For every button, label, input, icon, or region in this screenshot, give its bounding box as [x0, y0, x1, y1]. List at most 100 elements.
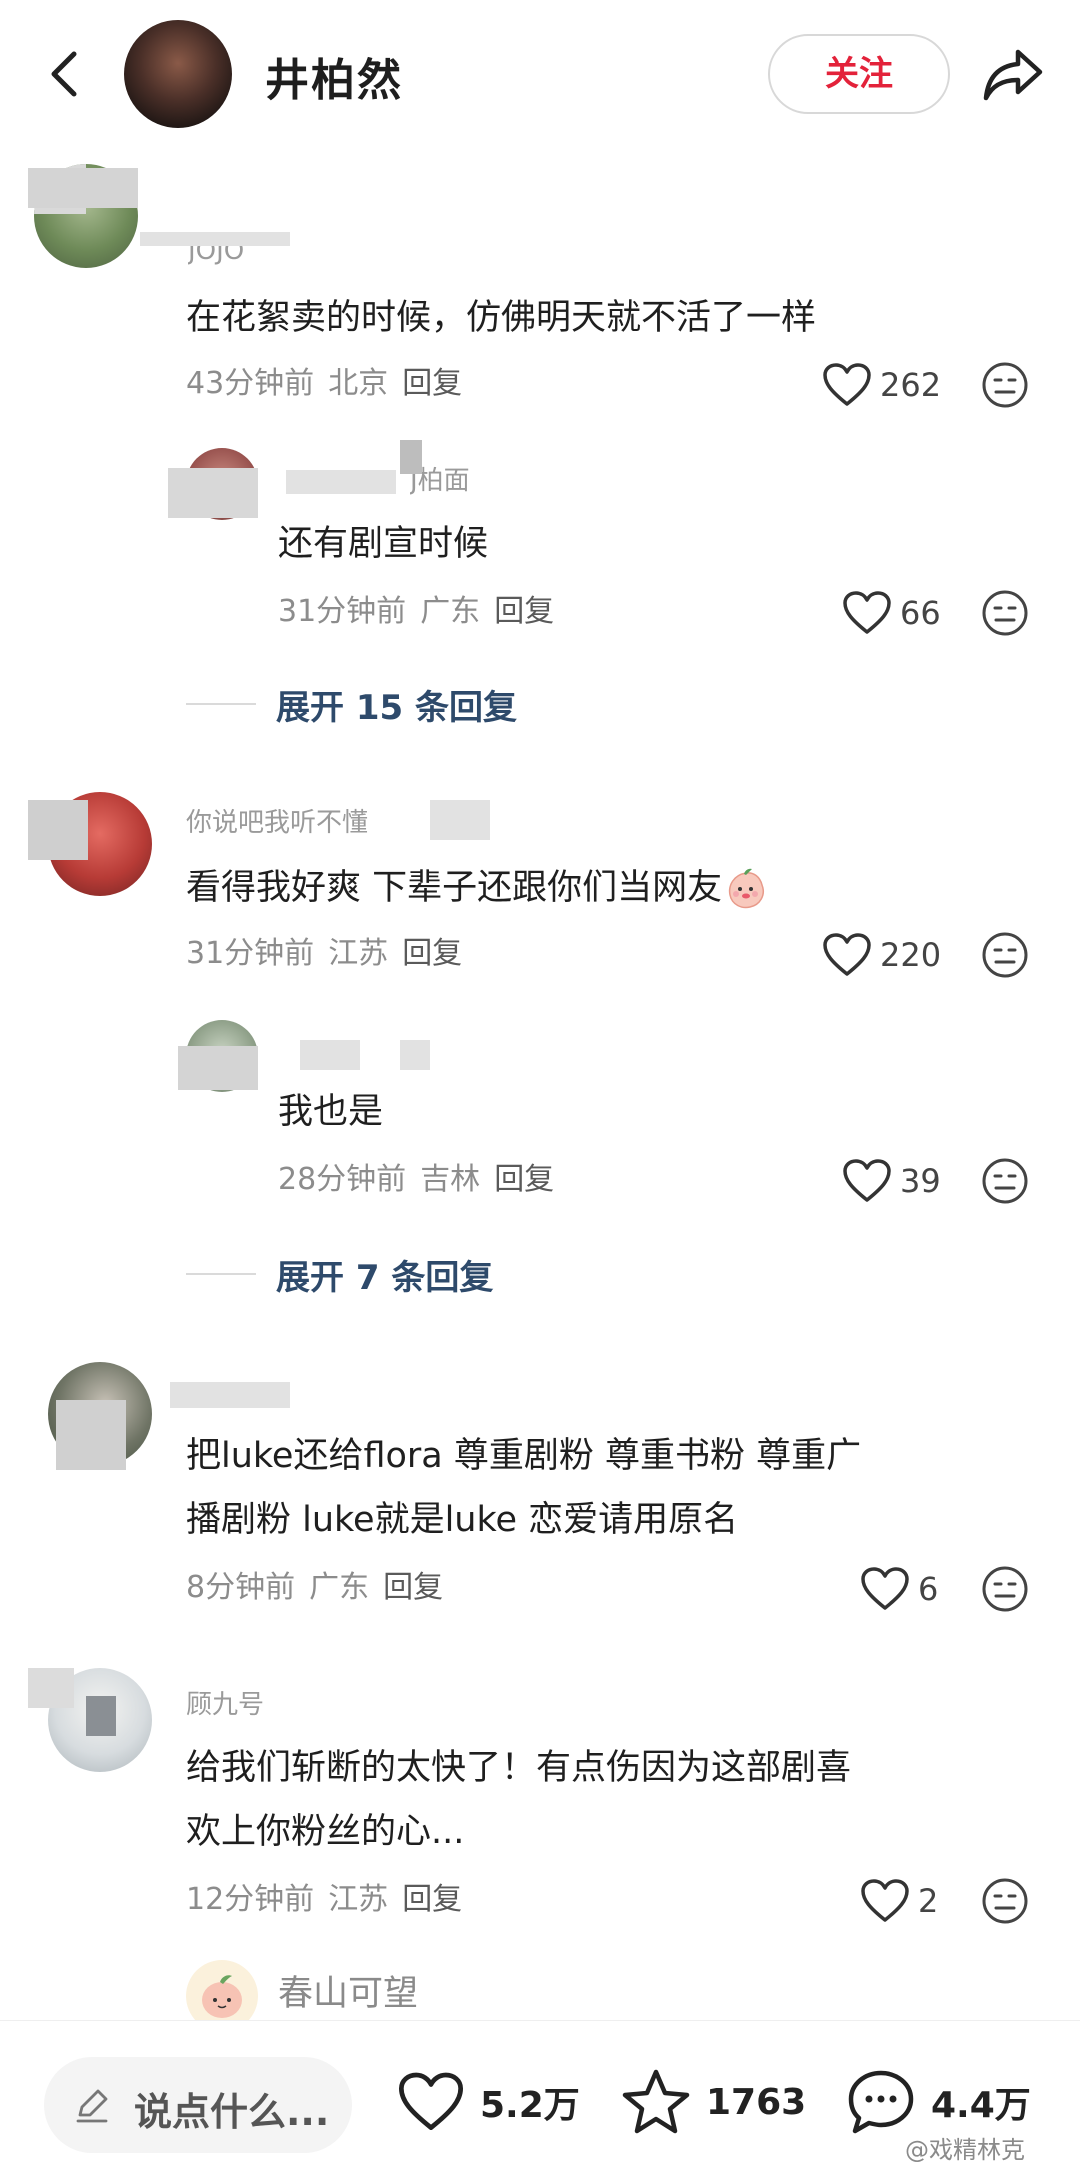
privacy-blur [400, 1040, 430, 1070]
heart-outline-icon [861, 1879, 909, 1922]
privacy-blur [28, 1668, 74, 1708]
privacy-blur [178, 1046, 258, 1090]
comment-time: 31分钟前 [186, 936, 315, 971]
share-arrow-icon [983, 49, 1043, 101]
like-button[interactable]: 2 [860, 1876, 938, 1926]
author-avatar[interactable] [124, 20, 232, 128]
like-count: 2 [918, 1882, 939, 1920]
comment-meta: 31分钟前 江苏 回复 [186, 934, 462, 974]
comment-meta: 43分钟前 北京 回复 [186, 364, 462, 404]
privacy-blur [400, 440, 422, 474]
top-nav-bar: 井柏然 关注 [0, 0, 1080, 150]
privacy-blur [28, 800, 88, 860]
dislike-button[interactable] [980, 588, 1030, 638]
commenter-username[interactable]: 顾九号 [186, 1690, 264, 1720]
comment-text: 看得我好爽 下辈子还跟你们当网友 [186, 856, 768, 920]
comment-location: 北京 [328, 366, 389, 401]
pencil-icon [76, 2089, 108, 2123]
comment-meta: 12分钟前 江苏 回复 [186, 1880, 462, 1920]
meh-face-icon [982, 590, 1028, 636]
heart-outline-icon [861, 1567, 909, 1610]
comment-input-placeholder: 说点什么... [134, 2090, 330, 2134]
back-button[interactable] [40, 44, 90, 104]
replier-username[interactable]: 春山可望 [278, 1962, 418, 2026]
comment-text: 在花絮卖的时候，仿佛明天就不活了一样 [186, 298, 817, 338]
reply-location: 吉林 [420, 1162, 481, 1197]
privacy-blur [170, 1382, 290, 1408]
comment-text-line: 播剧粉 luke就是luke 恋爱请用原名 [186, 1500, 739, 1540]
like-post-button[interactable]: 5.2万 [396, 2067, 580, 2137]
comment-count: 4.4万 [931, 2085, 1031, 2126]
author-name[interactable]: 井柏然 [265, 44, 403, 108]
heart-outline-icon [823, 363, 871, 406]
privacy-blur [286, 470, 396, 494]
share-button[interactable] [980, 44, 1046, 104]
comment-time: 12分钟前 [186, 1882, 315, 1917]
reply-button[interactable]: 回复 [402, 936, 462, 971]
comment-time: 43分钟前 [186, 366, 315, 401]
post-like-count: 5.2万 [480, 2085, 580, 2126]
comment-time: 8分钟前 [186, 1570, 296, 1605]
expand-replies-button[interactable]: 展开 15 条回复 [186, 682, 517, 728]
like-button[interactable]: 66 [842, 588, 941, 638]
heart-outline-icon [843, 1159, 891, 1202]
expand-replies-label: 展开 7 条回复 [276, 1257, 494, 1298]
dislike-button[interactable] [980, 1156, 1030, 1206]
comment-text-content: 看得我好爽 下辈子还跟你们当网友 [186, 868, 723, 908]
reply-button[interactable]: 回复 [494, 1162, 554, 1197]
reply-time: 31分钟前 [278, 594, 407, 629]
like-count: 66 [900, 594, 941, 632]
comment-location: 广东 [309, 1570, 370, 1605]
peach-face-emoji [729, 868, 765, 909]
privacy-blur [430, 800, 490, 840]
dislike-button[interactable] [980, 360, 1030, 410]
follow-button[interactable]: 关注 [768, 34, 950, 114]
reply-text: 我也是 [278, 1092, 384, 1132]
dislike-button[interactable] [980, 1876, 1030, 1926]
commenter-username[interactable]: 你说吧我听不懂 [186, 808, 368, 838]
comment-text-line: 给我们斩断的太快了！有点伤因为这部剧喜 [186, 1748, 852, 1788]
like-count: 262 [880, 366, 942, 404]
comment-meta: 8分钟前 广东 回复 [186, 1568, 443, 1608]
chevron-left-icon [51, 51, 77, 97]
expand-replies-label: 展开 15 条回复 [276, 687, 517, 728]
meh-face-icon [982, 1878, 1028, 1924]
meh-face-icon [982, 932, 1028, 978]
heart-outline-icon [398, 2072, 464, 2130]
reply-meta: 28分钟前 吉林 回复 [278, 1160, 554, 1200]
reply-button[interactable]: 回复 [402, 1882, 462, 1917]
like-button[interactable]: 220 [822, 930, 941, 980]
privacy-blur [140, 232, 290, 246]
privacy-blur [56, 1400, 126, 1470]
reply-text: 还有剧宣时候 [278, 524, 489, 564]
like-button[interactable]: 6 [860, 1564, 938, 1614]
heart-outline-icon [843, 591, 891, 634]
dislike-button[interactable] [980, 1564, 1030, 1614]
divider-line [186, 1273, 256, 1275]
comment-text-line: 欢上你粉丝的心... [186, 1812, 465, 1852]
heart-outline-icon [823, 933, 871, 976]
like-button[interactable]: 39 [842, 1156, 941, 1206]
favorite-count: 1763 [706, 2081, 807, 2123]
like-count: 220 [880, 936, 942, 974]
comments-button[interactable]: 4.4万 [845, 2067, 1031, 2137]
privacy-blur [300, 1040, 360, 1070]
reply-button[interactable]: 回复 [402, 366, 462, 401]
reply-button[interactable]: 回复 [383, 1570, 443, 1605]
comment-input[interactable]: 说点什么... [44, 2057, 352, 2153]
meh-face-icon [982, 1158, 1028, 1204]
like-count: 6 [918, 1570, 939, 1608]
favorite-button[interactable]: 1763 [620, 2067, 806, 2137]
comment-location: 江苏 [328, 936, 389, 971]
like-button[interactable]: 262 [822, 360, 941, 410]
speech-bubble-icon [848, 2070, 914, 2134]
divider-line [186, 703, 256, 705]
meh-face-icon [982, 362, 1028, 408]
reply-meta: 31分钟前 广东 回复 [278, 592, 554, 632]
dislike-button[interactable] [980, 930, 1030, 980]
privacy-blur [28, 168, 138, 208]
reply-button[interactable]: 回复 [494, 594, 554, 629]
reply-location: 广东 [420, 594, 481, 629]
comment-location: 江苏 [328, 1882, 389, 1917]
expand-replies-button[interactable]: 展开 7 条回复 [186, 1252, 494, 1298]
